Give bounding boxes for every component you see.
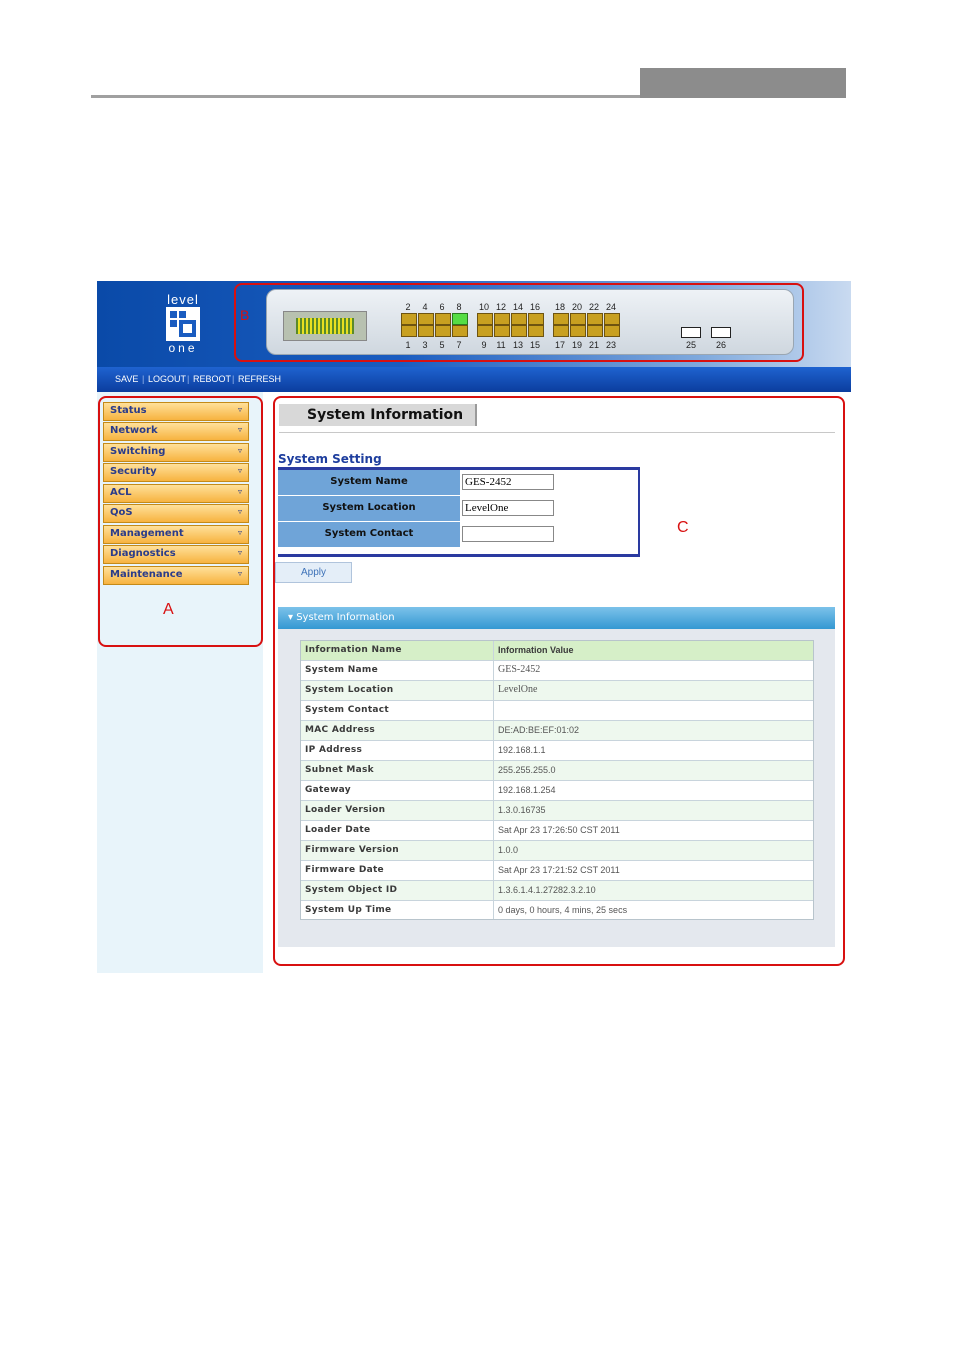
reboot-link[interactable]: REBOOT xyxy=(193,374,231,384)
toolbar-separator: | xyxy=(187,374,190,384)
logout-link[interactable]: LOGOUT xyxy=(148,374,186,384)
header-rule xyxy=(91,95,641,98)
toolbar-separator: | xyxy=(232,374,235,384)
annotation-box-b xyxy=(234,283,804,362)
annotation-box-c xyxy=(273,396,845,966)
annotation-box-a xyxy=(98,396,263,647)
save-link[interactable]: SAVE xyxy=(115,374,138,384)
logo-grid-icon xyxy=(166,307,200,341)
annotation-label-a: A xyxy=(163,601,174,618)
logo-top-text: level xyxy=(167,292,199,307)
web-ui-screenshot: level one 2 1 4 3 6 5 8 7 10 9 12 11 14 13 16 15 18 17 20 1… xyxy=(97,281,851,973)
logo-bottom-text: one xyxy=(168,341,198,355)
levelone-logo: level one xyxy=(163,292,203,355)
annotation-label-c: C xyxy=(677,519,689,536)
annotation-label-b: B xyxy=(240,307,250,323)
header-tab-block xyxy=(640,68,846,98)
refresh-link[interactable]: REFRESH xyxy=(238,374,281,384)
toolbar-separator: | xyxy=(142,374,145,384)
top-menu-bar: SAVE | LOGOUT | REBOOT | REFRESH xyxy=(97,367,851,392)
